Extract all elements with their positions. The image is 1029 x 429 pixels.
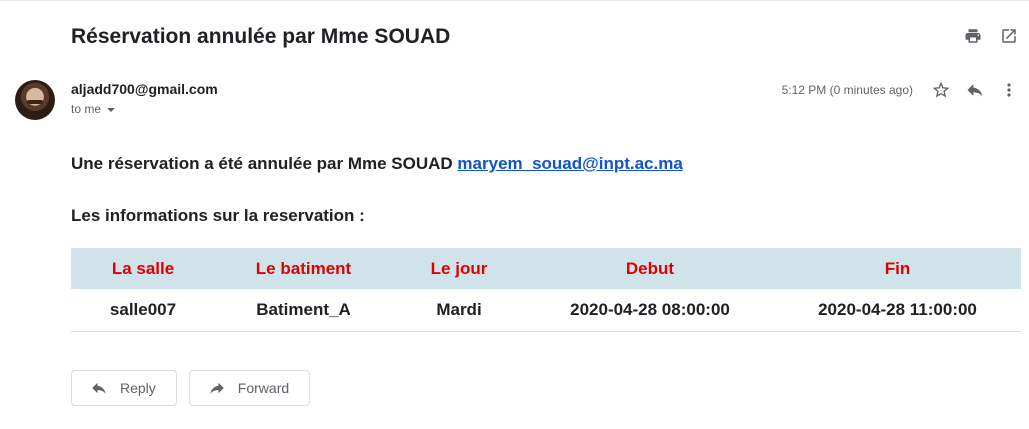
- cancellation-message: Une réservation a été annulée par Mme SO…: [71, 154, 453, 173]
- cell-batiment: Batiment_A: [215, 289, 392, 332]
- recipient-label: to me: [71, 102, 102, 116]
- more-vert-icon[interactable]: [999, 80, 1019, 100]
- forward-label: Forward: [237, 380, 290, 396]
- reply-icon[interactable]: [965, 80, 985, 100]
- header-debut: Debut: [526, 248, 774, 289]
- reply-icon: [92, 382, 106, 394]
- email-subject: Réservation annulée par Mme SOUAD: [71, 25, 451, 48]
- avatar[interactable]: [15, 80, 55, 120]
- message-meta: 5:12 PM (0 minutes ago): [782, 80, 1019, 100]
- cell-debut: 2020-04-28 08:00:00: [526, 289, 774, 332]
- timestamp: 5:12 PM (0 minutes ago): [781, 83, 913, 97]
- star-icon[interactable]: [931, 80, 951, 100]
- sender-email[interactable]: aljadd700@gmail.com: [71, 81, 218, 97]
- print-icon[interactable]: [963, 26, 983, 46]
- reply-label: Reply: [120, 380, 156, 396]
- recipient-details[interactable]: to me: [71, 102, 116, 116]
- message-actions: Reply Forward: [71, 370, 311, 406]
- forward-icon: [210, 382, 224, 394]
- cell-fin: 2020-04-28 11:00:00: [774, 289, 1021, 332]
- table-row: salle007 Batiment_A Mardi 2020-04-28 08:…: [71, 289, 1021, 332]
- forward-button[interactable]: Forward: [188, 370, 311, 406]
- reply-button[interactable]: Reply: [71, 370, 177, 406]
- header-batiment: Le batiment: [215, 248, 392, 289]
- header-fin: Fin: [774, 248, 1021, 289]
- top-divider: [0, 0, 1029, 1]
- email-link[interactable]: maryem_souad@inpt.ac.ma: [457, 154, 682, 173]
- reservation-table: La salle Le batiment Le jour Debut Fin s…: [71, 248, 1021, 332]
- header-jour: Le jour: [392, 248, 526, 289]
- body-cancellation-text: Une réservation a été annulée par Mme SO…: [71, 154, 683, 174]
- open-in-new-window-icon[interactable]: [999, 26, 1019, 46]
- header-salle: La salle: [71, 248, 215, 289]
- body-info-heading: Les informations sur la reservation :: [71, 206, 365, 225]
- chevron-down-icon[interactable]: [107, 108, 116, 112]
- cell-salle: salle007: [71, 289, 215, 332]
- thread-toolbar: [963, 26, 1019, 46]
- cell-jour: Mardi: [392, 289, 526, 332]
- table-header-row: La salle Le batiment Le jour Debut Fin: [71, 248, 1021, 289]
